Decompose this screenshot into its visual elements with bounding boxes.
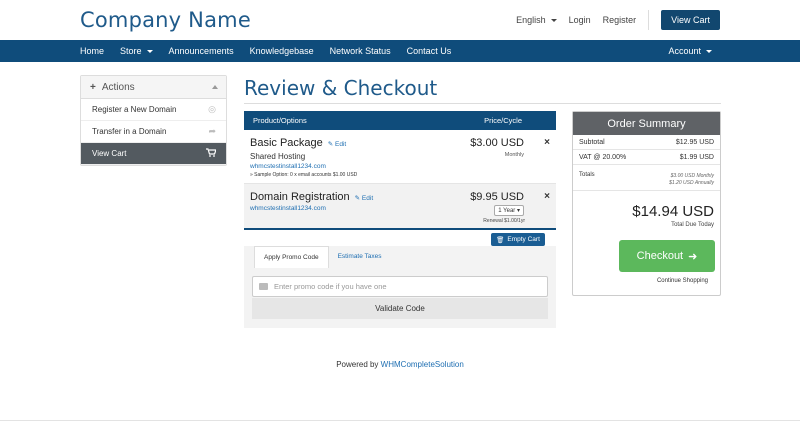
nav-announcements[interactable]: Announcements [169,46,234,56]
promo-panel: Apply Promo Code Estimate Taxes Enter pr… [244,246,556,328]
renewal-price: Renewal $1.00/1yr [483,218,525,224]
globe-icon: ◎ [208,104,216,114]
nav-account-label: Account [668,46,701,56]
edit-link[interactable]: ✎ Edit [328,141,346,148]
total-amount: $14.94 USD [632,203,714,220]
nav-store-label: Store [120,46,142,56]
validate-code-button[interactable]: Validate Code [252,298,548,319]
login-link[interactable]: Login [569,15,591,25]
powered-by-link[interactable]: WHMCompleteSolution [381,360,464,369]
view-cart-button[interactable]: View Cart [661,10,720,30]
language-label: English [516,15,546,25]
language-dropdown[interactable]: English [516,15,557,25]
cart-icon [206,148,217,159]
cart-item: Domain Registration ✎ Edit whmcstestinsta… [244,184,556,230]
divider [648,10,650,30]
ticket-icon [259,283,268,290]
registration-period-select[interactable]: 1 Year ▾ [494,205,524,216]
column-header-product: Product/Options [253,116,307,125]
promo-placeholder: Enter promo code if you have one [274,282,387,291]
trash-icon: 🗑 [496,236,505,244]
top-bar: Company Name English Login Register View… [0,0,800,40]
tab-apply-promo[interactable]: Apply Promo Code [254,246,329,268]
cart-item: Basic Package ✎ Edit Shared Hosting whmcs… [244,130,556,184]
powered-by-text: Powered by [336,360,379,369]
product-name-text: Basic Package [250,137,323,149]
chevron-up-icon [212,85,218,89]
continue-shopping-link[interactable]: Continue Shopping [573,278,720,284]
edit-link[interactable]: ✎ Edit [355,195,373,202]
remove-item-icon[interactable]: × [544,191,550,202]
nav-home[interactable]: Home [80,46,104,56]
footer: Powered by WHMCompleteSolution [0,360,800,369]
sidebar-item-transfer-domain[interactable]: Transfer in a Domain ➦ [81,121,226,143]
nav-network-status[interactable]: Network Status [330,46,391,56]
main-navbar: Home Store Announcements Knowledgebase N… [0,40,800,62]
promo-code-input[interactable]: Enter promo code if you have one [252,276,548,297]
vat-value: $1.99 USD [679,154,714,161]
vat-label: VAT @ 20.00% [579,154,627,161]
checkout-button[interactable]: Checkout ➜ [619,240,715,272]
sidebar-item-label: Register a New Domain [92,105,177,114]
sidebar-title: Actions [101,81,135,93]
order-summary-title: Order Summary [573,112,720,135]
tab-estimate-taxes[interactable]: Estimate Taxes [329,246,391,268]
sidebar-header[interactable]: + Actions [81,76,226,99]
cart-table: Product/Options Price/Cycle Basic Packag… [244,111,556,230]
product-domain: whmcstestinstall1234.com [250,205,326,212]
checkout-label: Checkout [636,250,684,262]
top-links: English Login Register View Cart [504,10,720,30]
cart-header: Product/Options Price/Cycle [244,111,556,130]
edit-label: Edit [361,195,374,202]
totals-annually: $1.20 USD Annually [669,180,714,186]
chevron-down-icon [550,19,557,23]
edit-label: Edit [335,141,347,148]
subtotal-row: Subtotal $12.95 USD [573,135,720,150]
product-name: Domain Registration ✎ Edit [250,191,373,203]
page-title: Review & Checkout [244,76,438,100]
product-group: Shared Hosting [250,152,306,161]
empty-cart-label: Empty Cart [507,236,540,243]
sidebar-item-view-cart[interactable]: View Cart [81,143,226,165]
subtotal-label: Subtotal [579,139,605,146]
company-logo[interactable]: Company Name [80,8,251,32]
product-name: Basic Package ✎ Edit [250,137,346,149]
product-option: » Sample Option: 0 x email accounts $1.0… [250,172,358,178]
nav-store[interactable]: Store [120,46,153,56]
nav-account[interactable]: Account [668,40,712,62]
product-name-text: Domain Registration [250,191,350,203]
share-arrow-icon: ➦ [208,126,216,136]
order-summary: Order Summary Subtotal $12.95 USD VAT @ … [572,111,721,296]
vat-row: VAT @ 20.00% $1.99 USD [573,150,720,165]
sidebar-item-label: Transfer in a Domain [92,127,167,136]
remove-item-icon[interactable]: × [544,137,550,148]
nav-contact-us[interactable]: Contact Us [407,46,452,56]
totals-row: Totals $3.00 USD Monthly $1.20 USD Annua… [573,167,720,191]
register-link[interactable]: Register [603,15,637,25]
promo-tabs: Apply Promo Code Estimate Taxes [254,246,391,268]
sidebar-item-register-domain[interactable]: Register a New Domain ◎ [81,99,226,121]
column-header-price: Price/Cycle [484,116,522,125]
subtotal-value: $12.95 USD [675,139,714,146]
billing-cycle: Monthly [504,152,524,158]
nav-knowledgebase[interactable]: Knowledgebase [250,46,314,56]
item-price: $9.95 USD [470,191,524,203]
empty-cart-button[interactable]: 🗑 Empty Cart [491,233,545,246]
chevron-down-icon: ▾ [516,208,520,214]
item-price: $3.00 USD [470,137,524,149]
chevron-down-icon [706,49,712,53]
totals-label: Totals [579,172,595,178]
actions-sidebar: + Actions Register a New Domain ◎ Transf… [80,75,227,166]
product-domain: whmcstestinstall1234.com [250,163,326,170]
period-value: 1 Year [498,208,516,214]
sidebar-item-label: View Cart [92,149,127,158]
arrow-right-icon: ➜ [688,250,698,263]
chevron-down-icon [146,50,153,54]
total-due-label: Total Due Today [671,222,714,228]
divider [0,420,800,421]
totals-monthly: $3.00 USD Monthly [670,173,714,179]
divider [244,103,721,104]
plus-icon: + [90,81,96,93]
